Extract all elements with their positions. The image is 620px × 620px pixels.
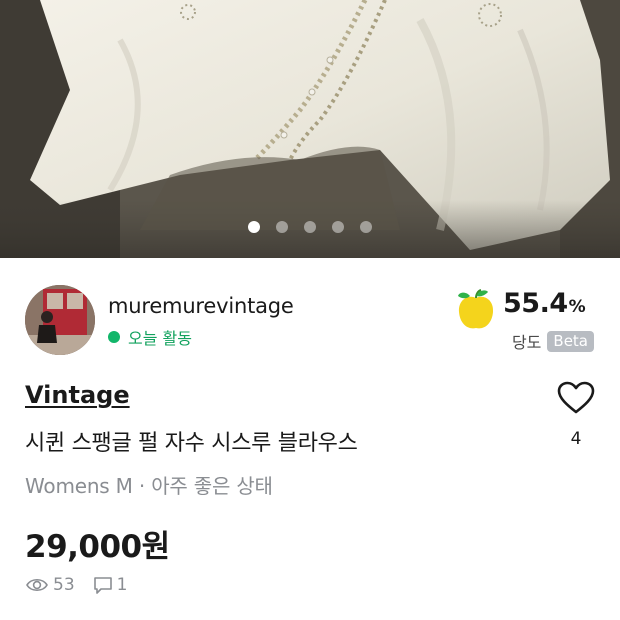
product-title: 시퀸 스팽글 펄 자수 시스루 블라우스 bbox=[25, 431, 358, 456]
rating-percentage: 55.4% bbox=[503, 288, 586, 319]
product-category-link[interactable]: Vintage bbox=[25, 381, 130, 409]
carousel-dot[interactable] bbox=[332, 221, 344, 233]
eye-icon bbox=[26, 578, 48, 592]
rating-label: 당도 bbox=[511, 333, 542, 352]
seller-rating[interactable]: 55.4% 당도 Beta bbox=[454, 288, 594, 358]
beta-badge: Beta bbox=[547, 330, 594, 352]
product-size-condition: Womens M · 아주 좋은 상태 bbox=[25, 474, 273, 498]
online-status-icon bbox=[108, 331, 120, 343]
activity-status-label: 오늘 활동 bbox=[128, 329, 192, 348]
like-button[interactable]: 4 bbox=[556, 381, 596, 461]
comment-count: 1 bbox=[116, 575, 128, 595]
avatar-image bbox=[25, 285, 95, 355]
like-count: 4 bbox=[570, 429, 582, 449]
rating-caption: 당도 Beta bbox=[512, 329, 594, 353]
carousel-dot[interactable] bbox=[360, 221, 372, 233]
carousel-indicator bbox=[0, 221, 620, 233]
seller-info[interactable]: muremurevintage 오늘 활동 55.4% 당도 Beta bbox=[0, 258, 620, 363]
heart-icon[interactable] bbox=[557, 381, 595, 415]
carousel-dot[interactable] bbox=[248, 221, 260, 233]
product-photo bbox=[0, 0, 620, 258]
avatar[interactable] bbox=[25, 285, 95, 355]
chat-icon bbox=[93, 577, 112, 594]
view-count: 53 bbox=[53, 575, 75, 595]
activity-status: 오늘 활동 bbox=[108, 325, 192, 349]
seller-username[interactable]: muremurevintage bbox=[108, 294, 294, 318]
carousel-dot[interactable] bbox=[304, 221, 316, 233]
carousel-dot[interactable] bbox=[276, 221, 288, 233]
product-price: 29,000원 bbox=[25, 529, 170, 565]
apple-icon bbox=[458, 289, 494, 329]
product-stats: 53 1 bbox=[25, 575, 127, 595]
product-image-carousel[interactable] bbox=[0, 0, 620, 258]
